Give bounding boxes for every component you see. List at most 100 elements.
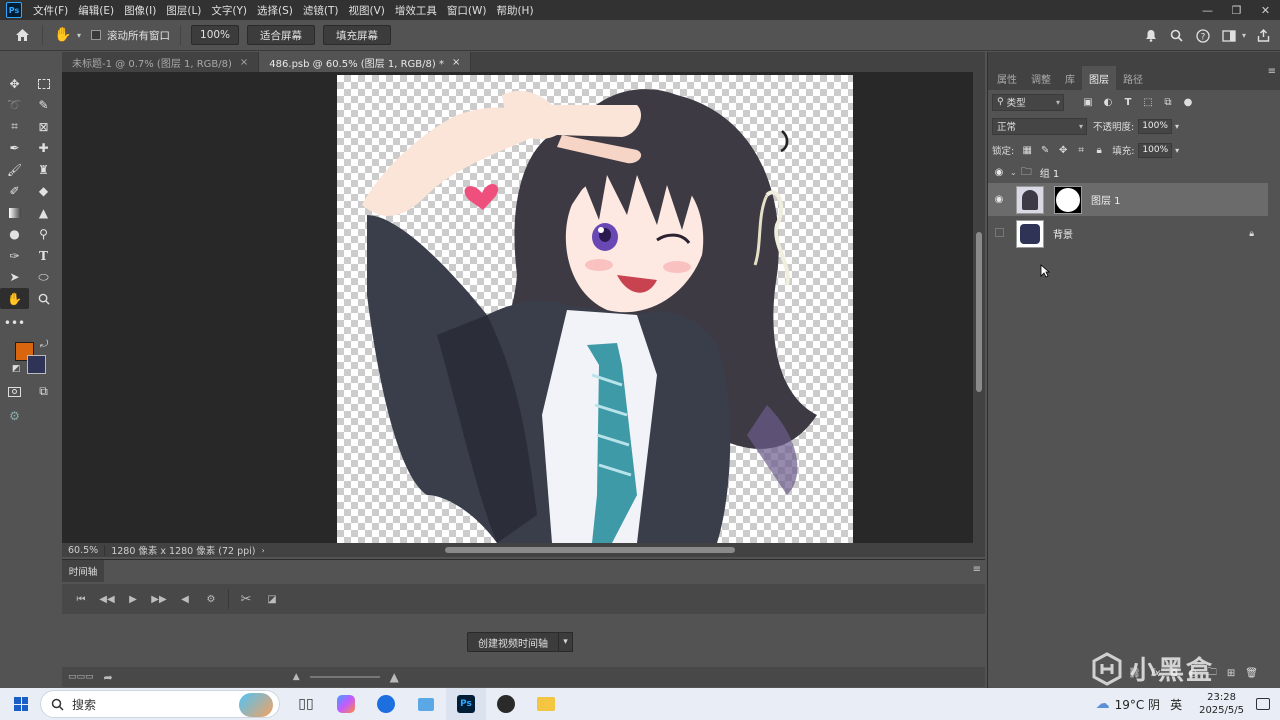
crop-tool-icon[interactable]: ⌗ bbox=[0, 116, 29, 137]
settings-icon[interactable]: ⚙ bbox=[198, 586, 224, 612]
timeline-tab[interactable]: 时间轴 bbox=[62, 560, 104, 582]
create-video-timeline-button[interactable]: 创建视频时间轴 bbox=[467, 632, 559, 652]
prev-frame-icon[interactable]: ◀◀ bbox=[94, 586, 120, 612]
help-icon[interactable]: ? bbox=[1190, 23, 1216, 49]
history-brush-tool-icon[interactable]: ✐ bbox=[0, 181, 29, 202]
taskbar-search[interactable]: 搜索 bbox=[40, 690, 280, 718]
shape-filter-icon[interactable]: ⬚ bbox=[1138, 97, 1158, 108]
menu-type[interactable]: 文字(Y) bbox=[206, 3, 252, 18]
lock-transparency-icon[interactable]: ▦ bbox=[1018, 145, 1036, 156]
trash-icon[interactable]: 🗑 bbox=[1245, 668, 1258, 679]
fill-input[interactable]: 100% bbox=[1138, 142, 1173, 158]
hand-tool-icon[interactable]: ✋ bbox=[0, 288, 29, 310]
timeline-zoom-slider[interactable] bbox=[309, 676, 380, 678]
transition-icon[interactable]: ◪ bbox=[259, 586, 285, 612]
start-button[interactable] bbox=[2, 688, 40, 720]
obs-icon[interactable] bbox=[486, 688, 526, 720]
tab-libraries[interactable]: 库 bbox=[1058, 66, 1082, 90]
new-layer-icon[interactable]: ⊞ bbox=[1227, 668, 1235, 679]
close-icon[interactable]: × bbox=[240, 57, 248, 68]
layer-thumbnail[interactable] bbox=[1016, 185, 1044, 214]
opacity-input[interactable]: 100% bbox=[1138, 118, 1172, 134]
zoom-tool-icon[interactable] bbox=[29, 288, 58, 309]
eyedropper-tool-icon[interactable]: ✒ bbox=[0, 138, 29, 159]
render-icon[interactable]: ➦ bbox=[104, 671, 113, 684]
menu-view[interactable]: 视图(V) bbox=[343, 3, 389, 18]
lock-pixels-icon[interactable]: ✎ bbox=[1036, 145, 1054, 156]
swap-colors-icon[interactable]: ⤾ bbox=[40, 339, 48, 350]
extra-tools-icon[interactable]: ⚙ bbox=[0, 405, 29, 426]
copilot-icon[interactable] bbox=[326, 688, 366, 720]
tab-layers[interactable]: 图层 bbox=[1082, 66, 1116, 90]
menu-plugins[interactable]: 增效工具 bbox=[390, 3, 442, 18]
menu-help[interactable]: 帮助(H) bbox=[491, 3, 538, 18]
photoshop-taskbar-icon[interactable]: Ps bbox=[446, 688, 486, 720]
pen-tool-icon[interactable]: ✑ bbox=[0, 245, 29, 266]
healing-brush-tool-icon[interactable]: ✚ bbox=[29, 138, 58, 159]
lasso-tool-icon[interactable]: ➰ bbox=[0, 95, 29, 116]
chevron-down-icon[interactable]: ▾ bbox=[1175, 122, 1179, 131]
burn-tool-icon[interactable]: ⚲ bbox=[29, 224, 58, 245]
visibility-eye-icon[interactable]: ◉ bbox=[988, 167, 1010, 178]
smart-object-filter-icon[interactable]: ⧉ bbox=[1158, 97, 1178, 108]
app-file-icon[interactable] bbox=[406, 688, 446, 720]
visibility-toggle-empty[interactable] bbox=[988, 227, 1010, 240]
layer-row-background[interactable]: 背景 🔒︎ bbox=[988, 217, 1268, 250]
tab-paths[interactable]: 路径 bbox=[1116, 66, 1150, 90]
quick-mask-icon[interactable] bbox=[0, 381, 29, 402]
audio-icon[interactable]: ◀ bbox=[172, 586, 198, 612]
bell-icon[interactable] bbox=[1138, 23, 1164, 49]
layer-mask-thumbnail[interactable] bbox=[1054, 185, 1082, 214]
clock[interactable]: 23:28 2025/5/5 bbox=[1199, 691, 1244, 717]
menu-edit[interactable]: 编辑(E) bbox=[73, 3, 119, 18]
zoom-out-mountain-icon[interactable]: ▲ bbox=[293, 672, 300, 682]
tab-adjustments[interactable]: 调整 bbox=[1024, 66, 1058, 90]
lock-artboard-icon[interactable]: ⌗ bbox=[1072, 145, 1090, 156]
menu-filter[interactable]: 滤镜(T) bbox=[298, 3, 344, 18]
hand-tool-icon[interactable]: ✋ bbox=[49, 21, 77, 49]
gradient-tool-icon[interactable] bbox=[0, 202, 29, 223]
ellipse-tool-icon[interactable]: ⬭ bbox=[29, 267, 58, 288]
brush-tool-icon[interactable]: 🖌 bbox=[0, 159, 29, 180]
restore-button[interactable]: ❐ bbox=[1222, 0, 1251, 20]
app-blue-icon[interactable] bbox=[366, 688, 406, 720]
fit-screen-button[interactable]: 适合屏幕 bbox=[247, 25, 316, 45]
vertical-scrollbar[interactable] bbox=[973, 72, 985, 543]
menu-file[interactable]: 文件(F) bbox=[28, 3, 73, 18]
menu-image[interactable]: 图像(I) bbox=[119, 3, 161, 18]
blur-tool-icon[interactable]: ▲ bbox=[29, 202, 58, 223]
tab-properties[interactable]: 属性 bbox=[990, 66, 1024, 90]
chevron-down-icon[interactable]: ▾ bbox=[1242, 31, 1246, 40]
play-icon[interactable]: ▶ bbox=[120, 586, 146, 612]
chevron-down-icon[interactable]: ⌄ bbox=[1010, 168, 1017, 177]
zoom-in-mountain-icon[interactable]: ▲ bbox=[390, 670, 399, 684]
split-scissors-icon[interactable]: ✂ bbox=[233, 586, 259, 612]
close-icon[interactable]: × bbox=[452, 57, 460, 68]
doc-tab-486[interactable]: 486.psb @ 60.5% (图层 1, RGB/8) * × bbox=[259, 52, 472, 72]
lock-position-icon[interactable]: ✥ bbox=[1054, 145, 1072, 156]
scroll-all-windows-checkbox[interactable] bbox=[91, 30, 102, 40]
next-frame-icon[interactable]: ▶▶ bbox=[146, 586, 172, 612]
type-tool-icon[interactable]: T bbox=[29, 245, 58, 266]
canvas-area[interactable] bbox=[62, 72, 973, 543]
dodge-tool-icon[interactable]: ● bbox=[0, 224, 29, 245]
file-explorer-icon[interactable] bbox=[526, 688, 566, 720]
chevron-down-icon[interactable]: ▾ bbox=[77, 31, 81, 40]
weather-text[interactable]: 19°C 阴 bbox=[1115, 696, 1160, 713]
zoom-100-button[interactable]: 100% bbox=[191, 25, 240, 45]
artboard[interactable] bbox=[337, 75, 853, 543]
chevron-down-icon[interactable]: ▾ bbox=[559, 632, 573, 652]
blend-mode-select[interactable]: 正常 ▾ bbox=[992, 117, 1087, 135]
zoom-level[interactable]: 60.5% bbox=[62, 544, 106, 556]
minimize-button[interactable]: — bbox=[1193, 0, 1222, 20]
visibility-eye-icon[interactable]: ◉ bbox=[988, 194, 1010, 205]
default-colors-icon[interactable]: ◩ bbox=[12, 364, 21, 374]
move-tool-icon[interactable]: ✥ bbox=[0, 73, 29, 94]
clone-stamp-tool-icon[interactable]: ♜ bbox=[29, 159, 58, 180]
path-selection-tool-icon[interactable]: ➤ bbox=[0, 267, 29, 288]
type-filter-icon[interactable]: T bbox=[1118, 97, 1138, 108]
close-button[interactable]: ✕ bbox=[1251, 0, 1280, 20]
frame-tool-icon[interactable]: ⊠ bbox=[29, 116, 58, 137]
filter-toggle-icon[interactable]: ● bbox=[1178, 97, 1198, 108]
layer-row-group[interactable]: ◉ ⌄ 🗀 组 1 bbox=[988, 162, 1268, 182]
